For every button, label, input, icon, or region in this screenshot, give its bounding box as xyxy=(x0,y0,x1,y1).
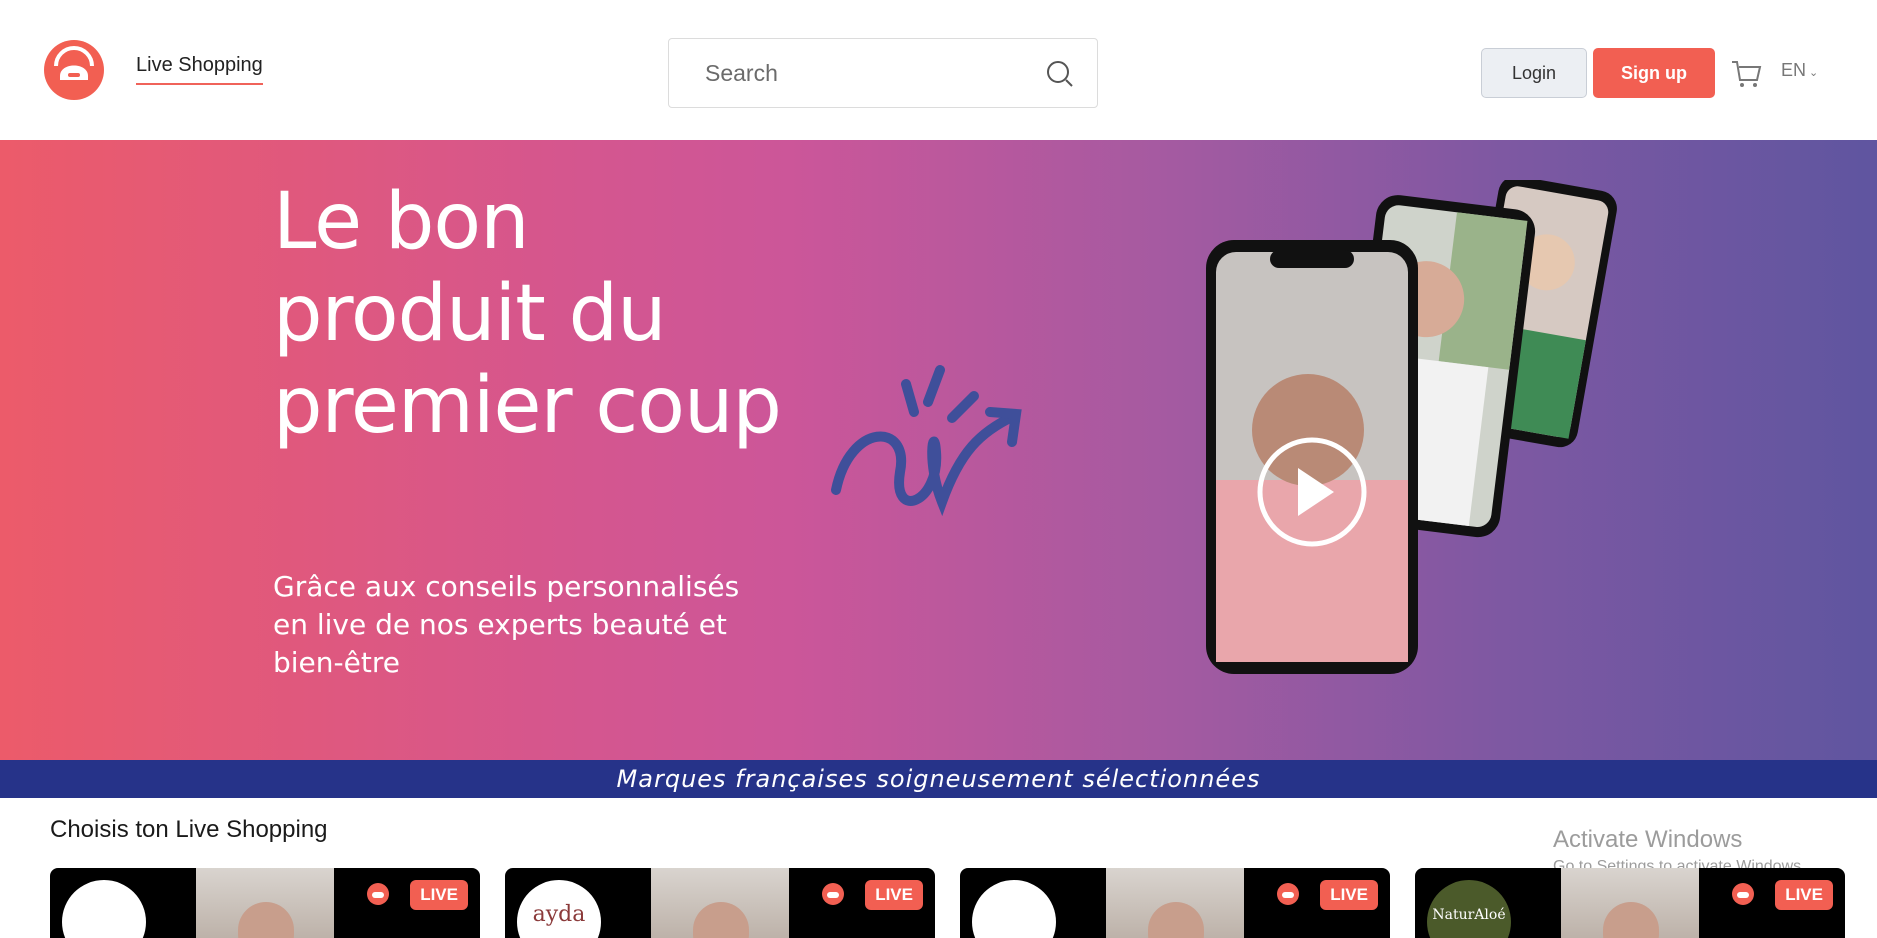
scribble-arrow-illustration xyxy=(831,365,1022,517)
brand-avatar: ayda xyxy=(517,880,601,938)
card-photo xyxy=(1561,868,1699,938)
hero-title: Le bon produit du premier coup xyxy=(273,177,782,451)
brand-avatar xyxy=(972,880,1056,938)
search-icon[interactable] xyxy=(1045,59,1075,89)
live-logo-icon xyxy=(1732,883,1754,905)
live-logo-icon xyxy=(822,883,844,905)
card-photo xyxy=(196,868,334,938)
hero-subtitle: Grâce aux conseils personnalisés en live… xyxy=(273,570,740,679)
card-photo xyxy=(1106,868,1244,938)
live-badge: LIVE xyxy=(1320,880,1378,910)
live-logo-icon xyxy=(367,883,389,905)
language-label: EN xyxy=(1781,60,1807,80)
card-photo xyxy=(651,868,789,938)
live-cards: LIVE ayda LIVE LIVE NaturAloé LIVE xyxy=(0,868,1877,938)
hero-banner: Le bon produit du premier coup Grâce aux… xyxy=(0,140,1877,760)
live-card[interactable]: LIVE xyxy=(50,868,480,938)
cart-icon[interactable] xyxy=(1730,58,1762,90)
brand-avatar: NaturAloé xyxy=(1427,880,1511,938)
search-box xyxy=(668,38,1098,108)
live-badge: LIVE xyxy=(865,880,923,910)
header: Live Shopping Login Sign up EN⌄ xyxy=(0,0,1877,140)
live-badge: LIVE xyxy=(410,880,468,910)
live-card[interactable]: ayda LIVE xyxy=(505,868,935,938)
phones-illustration xyxy=(1206,180,1617,674)
brand-avatar xyxy=(62,880,146,938)
section-title: Choisis ton Live Shopping xyxy=(50,816,328,843)
signup-button[interactable]: Sign up xyxy=(1593,48,1715,98)
login-button[interactable]: Login xyxy=(1481,48,1587,98)
live-logo-icon xyxy=(1277,883,1299,905)
search-input[interactable] xyxy=(705,39,1025,107)
live-card[interactable]: LIVE xyxy=(960,868,1390,938)
logo-icon[interactable] xyxy=(42,40,106,100)
language-selector[interactable]: EN ⌄ xyxy=(1781,60,1818,81)
brands-strip: Marques françaises soigneusement sélecti… xyxy=(0,760,1877,798)
live-badge: LIVE xyxy=(1775,880,1833,910)
watermark-line-1: Activate Windows xyxy=(1553,826,1743,853)
chevron-down-icon: ⌄ xyxy=(1809,67,1819,79)
brand-link[interactable]: Live Shopping xyxy=(136,54,263,85)
live-card[interactable]: NaturAloé LIVE xyxy=(1415,868,1845,938)
